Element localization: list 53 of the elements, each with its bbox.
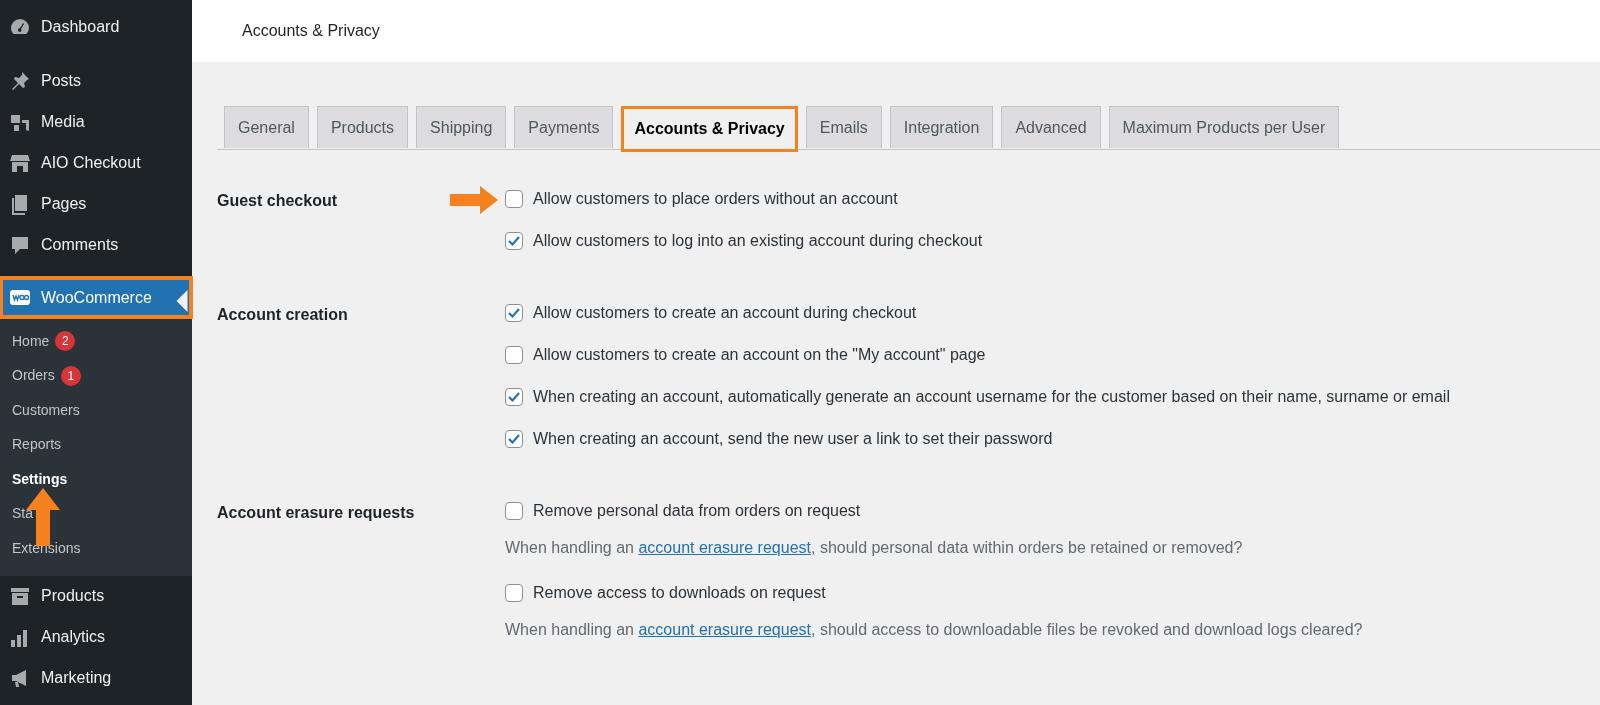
tab[interactable]: General (224, 106, 309, 148)
checkbox[interactable] (505, 388, 523, 406)
tab[interactable]: Advanced (1001, 106, 1101, 148)
checkbox-label: When creating an account, automatically generate an account username for the customer based on their name, surname or email (533, 387, 1450, 407)
menu-item[interactable]: Marketing (0, 657, 192, 699)
count-badge: 2 (55, 331, 76, 352)
help-text: When handling an account erasure request, should access to downloadable files be revoked and download logs cleared? (505, 620, 1363, 640)
tab[interactable]: Integration (889, 106, 994, 148)
checkbox[interactable] (505, 430, 523, 448)
submenu-item[interactable]: Reports (12, 434, 62, 456)
help-link[interactable]: account erasure request (638, 621, 811, 638)
menu-item[interactable]: Media (0, 101, 192, 142)
help-link[interactable]: account erasure request (638, 539, 811, 556)
checkbox[interactable] (505, 346, 523, 364)
checkbox[interactable] (505, 190, 523, 208)
checkbox[interactable] (505, 584, 523, 602)
checkbox-label: Remove access to downloads on request (533, 583, 826, 603)
menu-item[interactable]: Products (0, 575, 192, 617)
archive-box-icon (9, 585, 31, 607)
page-title: Accounts & Privacy (242, 21, 380, 41)
section-label: Guest checkout (217, 192, 338, 209)
section-label: Account erasure requests (217, 504, 415, 521)
menu-item[interactable]: AIO Checkout (0, 142, 192, 183)
menu-item[interactable]: Comments (0, 224, 192, 265)
menu-item[interactable]: WooCommerce (0, 277, 192, 318)
tab[interactable]: Maximum Products per User (1108, 106, 1340, 148)
submenu-item[interactable]: Orders (12, 365, 55, 387)
menu-item[interactable]: Analytics (0, 616, 192, 658)
submenu-item[interactable]: Sta (12, 503, 33, 525)
submenu-item[interactable]: Home (12, 330, 50, 352)
checkbox-label: When creating an account, send the new user a link to set their password (533, 429, 1053, 449)
tab[interactable]: Payments (514, 106, 614, 148)
checkbox[interactable] (505, 502, 523, 520)
menu-item[interactable]: Posts (0, 60, 192, 101)
checkbox-label: Allow customers to create an account during checkout (533, 303, 917, 323)
count-badge: 1 (60, 365, 81, 386)
checkbox[interactable] (505, 304, 523, 322)
tab[interactable]: Emails (805, 106, 882, 148)
submenu-item[interactable]: Extensions (12, 537, 81, 559)
section-label: Account creation (217, 306, 348, 323)
submenu-item[interactable]: Settings (12, 468, 68, 490)
checkbox-label: Remove personal data from orders on request (533, 501, 861, 521)
tab[interactable]: Accounts & Privacy (621, 106, 798, 152)
checkbox-label: Allow customers to log into an existing account during checkout (533, 231, 983, 251)
tab[interactable]: Shipping (416, 106, 507, 148)
checkbox-label: Allow customers to create an account on the "My account" page (533, 345, 986, 365)
menu-item[interactable]: Pages (0, 183, 192, 224)
submenu-item[interactable]: Customers (12, 399, 80, 421)
checkbox[interactable] (505, 232, 523, 250)
tab[interactable]: Products (316, 106, 409, 148)
help-text: When handling an account erasure request, should personal data within orders be retained or removed? (505, 538, 1244, 558)
menu-item[interactable]: Dashboard (0, 6, 192, 47)
checkbox-label: Allow customers to place orders without an account (533, 189, 898, 209)
